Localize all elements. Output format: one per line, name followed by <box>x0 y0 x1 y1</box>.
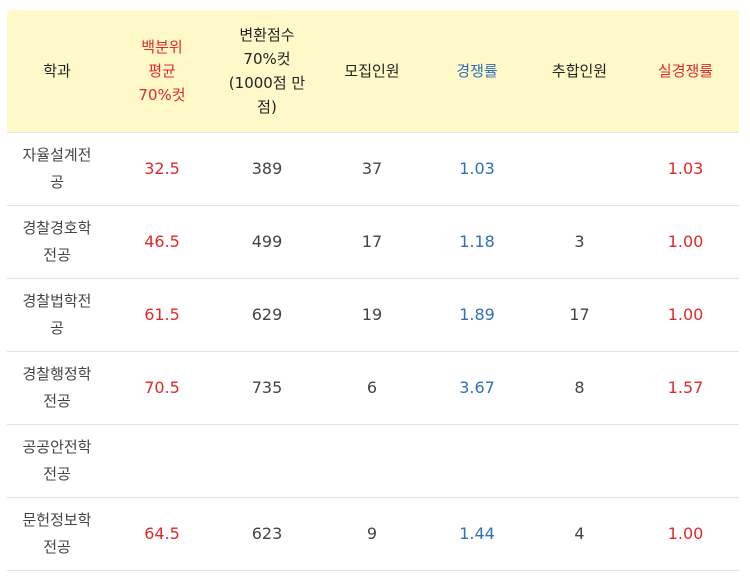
additional-cell: 4 <box>574 524 585 543</box>
real-competition-cell: 1.03 <box>667 159 704 178</box>
converted-cell: 629 <box>251 305 283 324</box>
percentile-cell: 32.5 <box>144 159 180 178</box>
real-competition-cell: 1.00 <box>667 305 704 324</box>
competition-cell <box>427 424 527 497</box>
table-header-row: 학과 백분위 평균 70%컷 변환점수 70%컷 (1000점 만 점) 모집인… <box>7 10 739 132</box>
dept-line: 전공 <box>43 537 71 556</box>
competition-cell: 1.44 <box>459 524 495 543</box>
header-percentile-line: 70%컷 <box>138 85 186 104</box>
table-row: 경찰경호학전공 46.5 499 17 1.18 3 1.00 <box>7 205 739 278</box>
additional-cell <box>527 424 632 497</box>
dept-line: 공 <box>50 172 64 191</box>
additional-cell: 17 <box>569 305 590 324</box>
recruit-cell: 37 <box>361 159 383 178</box>
header-converted-line: 점) <box>257 97 277 116</box>
converted-cell: 623 <box>251 524 283 543</box>
header-competition: 경쟁률 <box>456 61 498 80</box>
admission-table-container: 학과 백분위 평균 70%컷 변환점수 70%컷 (1000점 만 점) 모집인… <box>7 10 739 571</box>
recruit-cell: 6 <box>366 378 378 397</box>
admission-results-table: 학과 백분위 평균 70%컷 변환점수 70%컷 (1000점 만 점) 모집인… <box>7 10 739 571</box>
header-real-competition: 실경쟁률 <box>657 61 714 80</box>
dept-cell: 공공안전학전공 <box>7 424 107 497</box>
real-competition-cell: 1.57 <box>667 378 704 397</box>
header-converted-line: 변환점수 <box>239 25 295 44</box>
real-competition-cell <box>632 424 739 497</box>
recruit-cell: 17 <box>361 232 383 251</box>
real-competition-cell: 1.00 <box>667 524 704 543</box>
recruit-cell <box>317 424 427 497</box>
dept-line: 전공 <box>43 464 71 483</box>
converted-cell: 499 <box>251 232 283 251</box>
header-recruit: 모집인원 <box>344 61 400 80</box>
dept-line: 공공안전학 <box>22 437 92 456</box>
dept-cell: 문헌정보학전공 <box>7 497 107 570</box>
header-additional: 추합인원 <box>551 61 608 80</box>
additional-cell: 3 <box>574 232 585 251</box>
real-competition-cell: 1.00 <box>667 232 704 251</box>
percentile-cell: 46.5 <box>144 232 180 251</box>
competition-cell: 1.18 <box>459 232 495 251</box>
recruit-cell: 9 <box>366 524 378 543</box>
percentile-cell: 70.5 <box>144 378 180 397</box>
header-percentile-line: 백분위 <box>141 37 183 56</box>
converted-cell: 735 <box>251 378 283 397</box>
additional-cell <box>527 132 632 205</box>
header-percentile: 백분위 평균 70%컷 <box>107 10 217 132</box>
dept-cell: 경찰법학전공 <box>7 278 107 351</box>
table-row: 문헌정보학전공 64.5 623 9 1.44 4 1.00 <box>7 497 739 570</box>
table-row: 경찰행정학전공 70.5 735 6 3.67 8 1.57 <box>7 351 739 424</box>
dept-line: 공 <box>50 318 64 337</box>
dept-line: 자율설계전 <box>22 145 92 164</box>
dept-line: 경찰행정학 <box>22 364 92 383</box>
recruit-cell: 19 <box>361 305 383 324</box>
dept-line: 문헌정보학 <box>22 510 92 529</box>
competition-cell: 1.89 <box>459 305 495 324</box>
header-dept: 학과 <box>43 61 71 80</box>
header-converted: 변환점수 70%컷 (1000점 만 점) <box>217 10 317 132</box>
competition-cell: 3.67 <box>459 378 495 397</box>
dept-line: 전공 <box>43 391 71 410</box>
converted-cell: 389 <box>251 159 283 178</box>
header-converted-line: 70%컷 <box>243 49 291 68</box>
additional-cell: 8 <box>574 378 585 397</box>
header-converted-line: (1000점 만 <box>228 73 306 92</box>
converted-cell <box>217 424 317 497</box>
dept-line: 경찰법학전 <box>22 291 92 310</box>
table-row: 공공안전학전공 <box>7 424 739 497</box>
percentile-cell <box>107 424 217 497</box>
dept-cell: 자율설계전공 <box>7 132 107 205</box>
percentile-cell: 61.5 <box>144 305 180 324</box>
competition-cell: 1.03 <box>459 159 495 178</box>
percentile-cell: 64.5 <box>144 524 180 543</box>
dept-cell: 경찰경호학전공 <box>7 205 107 278</box>
table-row: 자율설계전공 32.5 389 37 1.03 1.03 <box>7 132 739 205</box>
dept-line: 경찰경호학 <box>22 218 92 237</box>
dept-line: 전공 <box>43 245 71 264</box>
dept-cell: 경찰행정학전공 <box>7 351 107 424</box>
header-percentile-line: 평균 <box>148 61 176 80</box>
table-row: 경찰법학전공 61.5 629 19 1.89 17 1.00 <box>7 278 739 351</box>
